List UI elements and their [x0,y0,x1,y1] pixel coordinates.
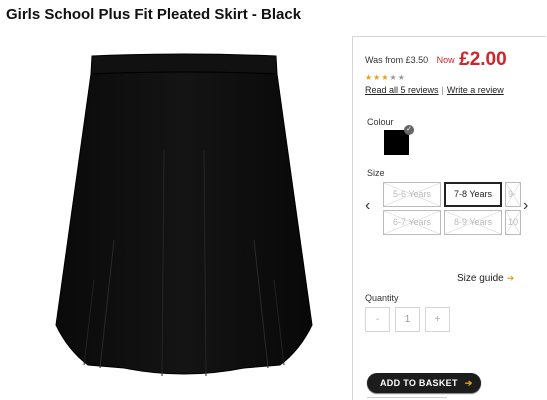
add-to-basket-label: ADD TO BASKET [380,378,458,388]
size-option-5-6[interactable]: 5-6 Years [383,182,441,207]
now-price: £2.00 [459,49,507,70]
product-title: Girls School Plus Fit Pleated Skirt - Bl… [6,6,302,23]
quantity-increase-button[interactable]: + [425,307,450,332]
arrow-right-icon: ➔ [506,273,515,283]
star-empty-icon: ★ [389,73,398,82]
divider [367,397,447,398]
chevron-left-icon[interactable]: ‹ [365,197,370,215]
price-block: Was from £3.50 Now £2.00 [365,49,507,71]
arrow-right-icon: ➔ [464,378,473,388]
reviews-links: Read all 5 reviews | Write a review [365,85,504,95]
star-icon: ★ [381,73,390,82]
size-label: Size [367,168,385,178]
checkmark-icon: ✓ [404,125,414,135]
quantity-decrease-button[interactable]: - [365,307,390,332]
size-guide-label: Size guide [457,273,504,284]
colour-swatch-black[interactable]: ✓ [384,125,414,155]
chevron-right-icon[interactable]: › [523,197,528,215]
size-guide-link[interactable]: Size guide ➔ [457,273,514,284]
product-page: Girls School Plus Fit Pleated Skirt - Bl… [0,0,547,400]
was-price: Was from £3.50 [365,55,429,65]
size-option-8-9[interactable]: 8-9 Years [444,210,502,235]
size-option-7-8[interactable]: 7-8 Years [444,182,502,207]
purchase-panel: Was from £3.50 Now £2.00 ★★★★★ Read all … [352,36,546,400]
add-to-basket-button[interactable]: ADD TO BASKET ➔ [367,373,481,393]
now-label: Now [436,55,455,65]
star-icon: ★ [365,73,374,82]
separator: | [441,85,444,95]
star-rating: ★★★★★ [365,73,406,82]
size-option-10-11[interactable]: 10 [505,210,521,235]
pleated-skirt-image [55,53,313,377]
write-review-link[interactable]: Write a review [447,85,504,95]
colour-label: Colour [367,117,394,127]
product-image [54,50,314,390]
size-option-6-7[interactable]: 6-7 Years [383,210,441,235]
read-reviews-link[interactable]: Read all 5 reviews [365,85,439,95]
quantity-input[interactable]: 1 [395,307,420,332]
size-option-9-10[interactable]: 9- [505,182,521,207]
star-empty-icon: ★ [397,73,406,82]
quantity-label: Quantity [365,293,399,303]
